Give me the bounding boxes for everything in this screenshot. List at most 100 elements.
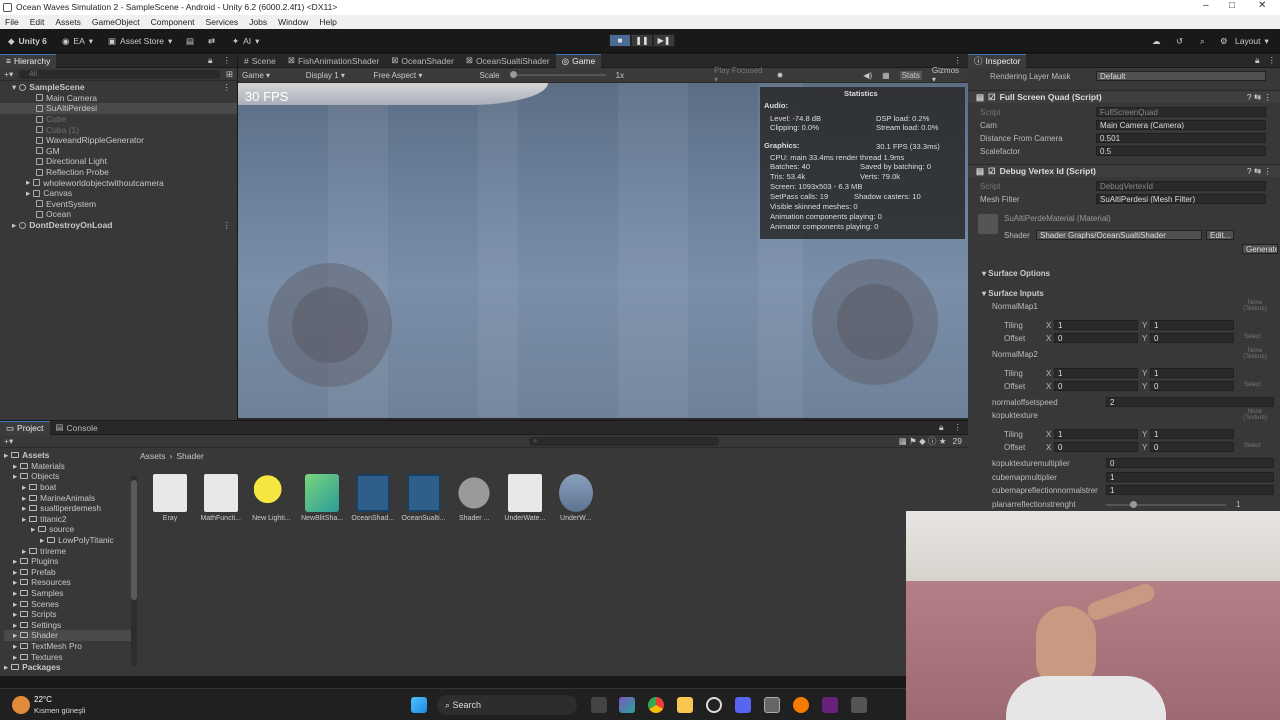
- add-icon[interactable]: +▾: [4, 436, 13, 447]
- more-icon[interactable]: ⋮: [223, 82, 232, 93]
- expand-arrow-icon[interactable]: ▸: [12, 220, 16, 231]
- gizmos-dropdown[interactable]: Gizmos ▾: [932, 66, 964, 84]
- tab-inspector[interactable]: ⓘ Inspector: [968, 53, 1027, 68]
- tab-ocean-shader[interactable]: ⊠ OceanShader: [385, 54, 460, 68]
- expand-arrow-icon[interactable]: ▸: [4, 450, 8, 460]
- hierarchy-item[interactable]: Cube: [0, 114, 237, 125]
- folder-item[interactable]: ▸ Resources: [4, 577, 132, 588]
- blender-icon[interactable]: [793, 697, 809, 713]
- expand-arrow-icon[interactable]: ▸: [26, 188, 30, 199]
- folder-item[interactable]: ▸ TextMesh Pro: [4, 641, 132, 652]
- asset-item[interactable]: UnderW...: [552, 474, 600, 522]
- scrollbar-thumb[interactable]: [131, 480, 137, 600]
- joystick-knob[interactable]: [837, 284, 913, 360]
- game-mode-dropdown[interactable]: Game ▾: [242, 71, 296, 80]
- distance-field[interactable]: 0.501: [1096, 133, 1266, 143]
- tiling-y-field[interactable]: 1: [1150, 429, 1234, 439]
- expand-arrow-icon[interactable]: ▸: [22, 482, 26, 492]
- menu-gameobject[interactable]: GameObject: [92, 17, 140, 27]
- layout-dropdown[interactable]: Layout ▾: [1235, 34, 1269, 48]
- chrome-icon[interactable]: [648, 697, 664, 713]
- add-icon[interactable]: +▾: [4, 69, 13, 80]
- tab-game[interactable]: ◎ Game: [555, 53, 602, 68]
- expand-arrow-icon[interactable]: ▸: [22, 493, 26, 503]
- visual-studio-icon[interactable]: [822, 697, 838, 713]
- more-icon[interactable]: ⋮: [954, 55, 963, 66]
- menu-edit[interactable]: Edit: [30, 17, 45, 27]
- folder-item[interactable]: ▸ Assets: [4, 450, 132, 461]
- folder-item[interactable]: ▸ Materials: [4, 461, 132, 472]
- grid-view-icon[interactable]: ▦: [882, 71, 890, 80]
- github-icon[interactable]: [706, 697, 722, 713]
- filter-icons[interactable]: ▦ ⚑ ◆ ⓘ ★: [899, 435, 947, 447]
- offset-y-field[interactable]: 0: [1150, 381, 1234, 391]
- asset-item[interactable]: OceanSualti...: [400, 474, 448, 522]
- expand-arrow-icon[interactable]: ▸: [13, 620, 17, 630]
- slider-handle[interactable]: [1130, 501, 1137, 508]
- folder-item[interactable]: ▸ Prefab: [4, 567, 132, 578]
- joystick-knob[interactable]: [292, 287, 368, 363]
- search-icon[interactable]: ⌕: [1200, 34, 1205, 48]
- asset-item[interactable]: OceanShad...: [349, 474, 397, 522]
- folder-item[interactable]: ▸ trireme: [4, 545, 132, 556]
- menu-component[interactable]: Component: [151, 17, 195, 27]
- lock-icon[interactable]: 🔒︎: [1255, 55, 1260, 66]
- hierarchy-item[interactable]: ▸ wholeworldobjectwithoutcamera: [0, 177, 237, 188]
- folder-item[interactable]: ▸ sualtiperdemesh: [4, 503, 132, 514]
- folder-item[interactable]: ▸ Packages: [4, 662, 132, 673]
- expand-arrow-icon[interactable]: ▸: [13, 461, 17, 471]
- tab-project[interactable]: ▭ Project: [0, 420, 50, 435]
- display-dropdown[interactable]: Display 1 ▾: [306, 71, 364, 80]
- discord-icon[interactable]: [735, 697, 751, 713]
- hierarchy-search-input[interactable]: All: [19, 69, 220, 79]
- tab-hierarchy[interactable]: ≡ Hierarchy: [0, 53, 57, 68]
- folder-item[interactable]: ▸ Settings: [4, 620, 132, 631]
- expand-arrow-icon[interactable]: ▸: [13, 599, 17, 609]
- generate-button[interactable]: Generate: [1242, 244, 1278, 254]
- history-icon[interactable]: ↺: [1176, 34, 1183, 48]
- asset-item[interactable]: Shader ...: [450, 474, 498, 522]
- hierarchy-item[interactable]: SuAltiPerdesi: [0, 103, 237, 114]
- tiling-y-field[interactable]: 1: [1150, 368, 1234, 378]
- hierarchy-item[interactable]: WaveandRippleGenerator: [0, 135, 237, 146]
- ai-dropdown[interactable]: ✦ AI ▾: [232, 34, 259, 48]
- expand-arrow-icon[interactable]: ▸: [4, 662, 8, 672]
- tab-console[interactable]: ▤ Console: [50, 421, 104, 435]
- menu-services[interactable]: Services: [206, 17, 239, 27]
- minimize-icon[interactable]: –: [1203, 0, 1209, 11]
- mute-icon[interactable]: ◀): [863, 71, 872, 80]
- menu-help[interactable]: Help: [319, 17, 336, 27]
- task-view-icon[interactable]: [591, 697, 607, 713]
- asset-item[interactable]: Eray: [146, 474, 194, 522]
- right-joystick[interactable]: [812, 259, 938, 385]
- unity-hub-icon[interactable]: [764, 697, 780, 713]
- expand-arrow-icon[interactable]: ▸: [13, 577, 17, 587]
- project-search-input[interactable]: ⌕: [529, 436, 720, 446]
- asset-item[interactable]: New Lighti...: [247, 474, 295, 522]
- offset-x-field[interactable]: 0: [1054, 333, 1138, 343]
- copilot-icon[interactable]: [619, 697, 635, 713]
- folder-item[interactable]: ▸ source: [4, 524, 132, 535]
- tree-scrollbar[interactable]: [131, 476, 137, 666]
- component-options-icon[interactable]: ? ⇆ ⋮: [1247, 166, 1272, 177]
- folder-item[interactable]: ▸ Textures: [4, 651, 132, 662]
- expand-arrow-icon[interactable]: ▸: [22, 514, 26, 524]
- scale-slider[interactable]: [509, 71, 606, 78]
- play-focused-dropdown[interactable]: Play Focused ▾: [714, 66, 767, 84]
- scalefactor-field[interactable]: 0.5: [1096, 146, 1266, 156]
- hierarchy-item[interactable]: Cuba (1): [0, 124, 237, 135]
- cubemapreflection-field[interactable]: 1: [1106, 485, 1274, 495]
- settings-icon[interactable]: ⚙: [1220, 34, 1228, 48]
- expand-arrow-icon[interactable]: ▸: [13, 609, 17, 619]
- tab-fish-animation-shader[interactable]: ⊠ FishAnimationShader: [282, 54, 385, 68]
- more-icon[interactable]: ⋮: [223, 220, 232, 231]
- settings-gear-icon[interactable]: ✹: [777, 71, 784, 80]
- folder-item[interactable]: ▸ titanic2: [4, 514, 132, 525]
- rendering-layer-dropdown[interactable]: Default: [1096, 71, 1266, 81]
- tiling-x-field[interactable]: 1: [1054, 429, 1138, 439]
- menu-window[interactable]: Window: [278, 17, 308, 27]
- shader-dropdown[interactable]: Shader Graphs/OceanSualtiShader: [1036, 230, 1202, 240]
- select-button[interactable]: Select: [1244, 334, 1261, 340]
- expand-arrow-icon[interactable]: ▸: [13, 567, 17, 577]
- normalmap2-texture-slot[interactable]: None (Texture): [1240, 348, 1270, 360]
